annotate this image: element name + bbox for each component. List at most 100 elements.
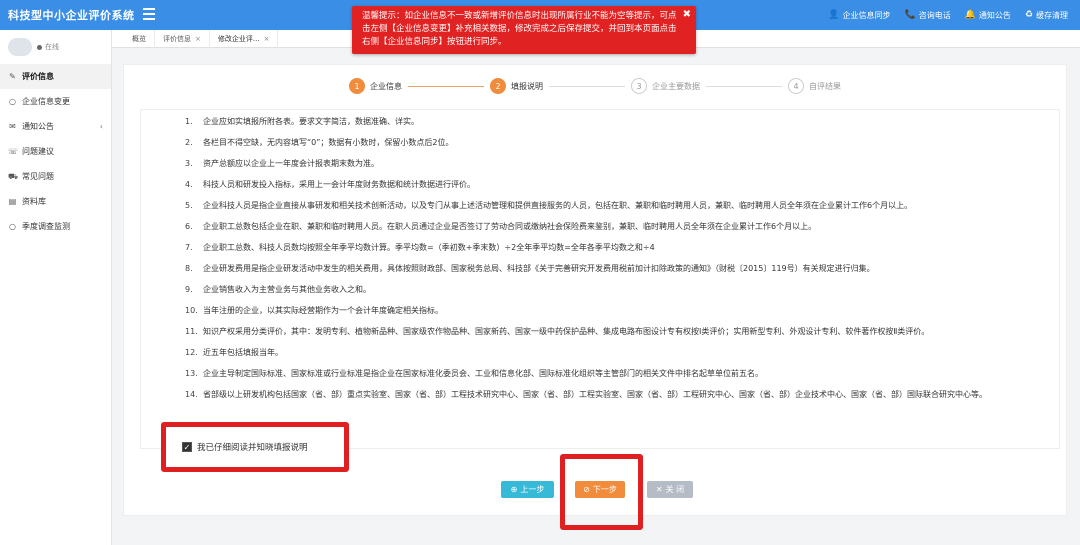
item-number: 1. bbox=[185, 117, 193, 126]
list-item: 4. 科技人员和研发投入指标，采用上一会计年度财务数据和统计数据进行评价。 bbox=[185, 179, 1023, 191]
item-text: 企业科技人员是指企业直接从事研发和相关技术创新活动，以及专门从事上述活动管理和提… bbox=[203, 201, 913, 210]
folder-icon: ▤ bbox=[8, 197, 17, 206]
close-icon[interactable]: ✖ bbox=[683, 8, 691, 21]
agree-highlight: ✓ 我已仔细阅读并知晓填报说明 bbox=[161, 422, 349, 472]
circle-icon: ○ bbox=[9, 222, 16, 231]
item-number: 9. bbox=[185, 285, 193, 294]
list-item: 11. 知识产权采用分类评价，其中：发明专利、植物新品种、国家级农作物品种、国家新… bbox=[185, 326, 1023, 338]
agree-checkbox[interactable]: ✓ bbox=[182, 442, 192, 452]
step-main-data: 3 企业主要数据 bbox=[631, 78, 700, 94]
chat-icon: ☏ bbox=[8, 147, 19, 156]
sidebar-item-evaluation[interactable]: ✎ 评价信息 bbox=[0, 64, 111, 89]
item-number: 4. bbox=[185, 180, 193, 189]
sidebar-item-faq[interactable]: ⛟ 常见问题 bbox=[0, 164, 111, 189]
chevron-left-icon: ‹ bbox=[99, 122, 103, 131]
sidebar-item-suggestions[interactable]: ☏ 问题建议 bbox=[0, 139, 111, 164]
topnav-label: 通知公告 bbox=[978, 10, 1011, 20]
topnav-hotline[interactable]: 📞 咨询电话 bbox=[904, 10, 950, 21]
list-item: 12. 近五年包括填报当年。 bbox=[185, 347, 1023, 359]
item-number: 11. bbox=[185, 327, 198, 336]
tab-label: 概览 bbox=[132, 34, 146, 43]
close-icon: ✕ bbox=[655, 485, 663, 494]
topnav-clear-cache[interactable]: ♻ 缓存清理 bbox=[1025, 10, 1068, 21]
item-number: 8. bbox=[185, 264, 193, 273]
item-text: 企业应如实填报所附各表。要求文字简洁，数据准确、详实。 bbox=[203, 117, 419, 126]
status-text: 在线 bbox=[45, 43, 59, 51]
list-item: 5. 企业科技人员是指企业直接从事研发和相关技术创新活动，以及专门从事上述活动管理… bbox=[185, 200, 1023, 212]
tab-edit-evaluation[interactable]: 修改企业评... × bbox=[210, 29, 279, 48]
prev-button[interactable]: ⊕ 上一步 bbox=[501, 481, 554, 498]
step-number: 2 bbox=[490, 78, 506, 94]
step-instructions: 2 填报说明 bbox=[490, 78, 543, 94]
close-button[interactable]: ✕ 关 闭 bbox=[647, 481, 693, 498]
item-text: 省部级以上研发机构包括国家（省、部）重点实验室、国家（省、部）工程技术研究中心、… bbox=[203, 390, 987, 399]
car-icon: ⛟ bbox=[8, 171, 19, 181]
sidebar-item-label: 季度调查监测 bbox=[22, 222, 70, 231]
list-item: 2. 各栏目不得空缺，无内容填写“0”；数据有小数时，保留小数点后2位。 bbox=[185, 137, 1023, 149]
tab-label: 评价信息 bbox=[163, 34, 191, 43]
main-card: 1 企业信息 2 填报说明 3 企业主要数据 4 自评结果 1. 企业应如实填报所附各表。… bbox=[123, 64, 1067, 530]
topnav-label: 缓存清理 bbox=[1036, 10, 1068, 20]
step-self-evaluation: 4 自评结果 bbox=[788, 78, 841, 94]
sidebar-item-label: 通知公告 bbox=[22, 122, 54, 131]
step-label: 企业主要数据 bbox=[652, 81, 700, 91]
step-label: 自评结果 bbox=[809, 81, 841, 91]
item-text: 知识产权采用分类评价，其中：发明专利、植物新品种、国家级农作物品种、国家新药、国… bbox=[203, 327, 930, 336]
list-item: 9. 企业销售收入为主营业务与其他业务收入之和。 bbox=[185, 284, 1023, 296]
item-text: 近五年包括填报当年。 bbox=[203, 348, 283, 357]
sidebar-item-label: 评价信息 bbox=[22, 72, 54, 81]
sidebar-item-quarterly-survey[interactable]: ○ 季度调查监测 bbox=[0, 214, 111, 239]
item-text: 当年注册的企业，以其实际经营期作为一个会计年度确定相关指标。 bbox=[203, 306, 443, 315]
list-item: 6. 企业职工总数包括企业在职、兼职和临时聘用人员。在职人员通过企业是否签订了劳动… bbox=[185, 221, 1023, 233]
tab-label: 修改企业评... bbox=[217, 34, 260, 43]
sidebar-item-label: 问题建议 bbox=[22, 147, 54, 156]
online-status: 在线 bbox=[37, 42, 59, 52]
step-number: 1 bbox=[349, 78, 365, 94]
step-company-info: 1 企业信息 bbox=[349, 78, 402, 94]
app-title-wrap: 科技型中小企业评价系统 bbox=[0, 7, 134, 23]
list-item: 10. 当年注册的企业，以其实际经营期作为一个会计年度确定相关指标。 bbox=[185, 305, 1023, 317]
action-buttons: ⊕ 上一步 ⊘ 下一步 ✕ 关 闭 bbox=[124, 481, 1066, 501]
item-text: 资产总额应以企业上一年度会计报表期末数为准。 bbox=[203, 159, 379, 168]
item-text: 各栏目不得空缺，无内容填写“0”；数据有小数时，保留小数点后2位。 bbox=[203, 138, 454, 147]
step-progress: 1 企业信息 2 填报说明 3 企业主要数据 4 自评结果 bbox=[124, 77, 1066, 95]
item-text: 企业销售收入为主营业务与其他业务收入之和。 bbox=[203, 285, 371, 294]
topnav-notice[interactable]: 🔔 通知公告 bbox=[965, 10, 1011, 21]
close-icon[interactable]: × bbox=[264, 35, 270, 43]
item-number: 2. bbox=[185, 138, 193, 147]
tab-overview[interactable]: 概览 bbox=[112, 29, 155, 48]
item-number: 12. bbox=[185, 348, 198, 357]
close-icon[interactable]: × bbox=[195, 35, 201, 43]
item-number: 6. bbox=[185, 222, 193, 231]
circle-icon: ○ bbox=[9, 97, 16, 106]
sidebar-item-notice[interactable]: ✉ 通知公告 ‹ bbox=[0, 114, 111, 139]
sidebar-item-label: 常见问题 bbox=[22, 172, 54, 181]
top-nav: 👤 企业信息同步 📞 咨询电话 🔔 通知公告 ♻ 缓存清理 bbox=[828, 0, 1068, 30]
status-dot-icon bbox=[37, 44, 42, 50]
item-text: 企业职工总数包括企业在职、兼职和临时聘用人员。在职人员通过企业是否签订了劳动合同… bbox=[203, 222, 817, 231]
next-button-label: 下一步 bbox=[592, 485, 617, 494]
sidebar-item-label: 企业信息变更 bbox=[22, 97, 70, 106]
item-number: 13. bbox=[185, 369, 198, 378]
item-number: 5. bbox=[185, 201, 193, 210]
topnav-company-sync[interactable]: 👤 企业信息同步 bbox=[828, 10, 890, 21]
menu-toggle-icon[interactable] bbox=[143, 8, 155, 20]
agree-label[interactable]: 我已仔细阅读并知晓填报说明 bbox=[197, 441, 308, 453]
item-number: 7. bbox=[185, 243, 193, 252]
step-connector bbox=[549, 85, 625, 87]
item-number: 10. bbox=[185, 306, 198, 315]
forward-icon: ⊘ bbox=[583, 485, 590, 494]
cache-clear-icon: ♻ bbox=[1024, 10, 1033, 20]
sidebar: 在线 ✎ 评价信息 ○ 企业信息变更 ✉ 通知公告 ‹ ☏ 问题建议 ⛟ 常见问题 ▤ 资料库… bbox=[0, 30, 112, 545]
sidebar-item-company-change[interactable]: ○ 企业信息变更 bbox=[0, 89, 111, 114]
list-item: 1. 企业应如实填报所附各表。要求文字简洁，数据准确、详实。 bbox=[185, 116, 1023, 128]
list-item: 3. 资产总额应以企业上一年度会计报表期末数为准。 bbox=[185, 158, 1023, 170]
sidebar-item-library[interactable]: ▤ 资料库 bbox=[0, 189, 111, 214]
list-item: 13. 企业主导制定国际标准、国家标准或行业标准是指企业在国家标准化委员会、工业和… bbox=[185, 368, 1023, 380]
item-text: 企业职工总数、科技人员数均按照全年季平均数计算。季平均数=（季初数+季末数）÷2… bbox=[203, 243, 655, 252]
user-panel: 在线 bbox=[0, 30, 111, 64]
tab-evaluation[interactable]: 评价信息 × bbox=[155, 29, 210, 48]
bell-icon: 🔔 bbox=[964, 10, 976, 20]
step-connector bbox=[408, 85, 484, 87]
next-button[interactable]: ⊘ 下一步 bbox=[575, 481, 625, 498]
